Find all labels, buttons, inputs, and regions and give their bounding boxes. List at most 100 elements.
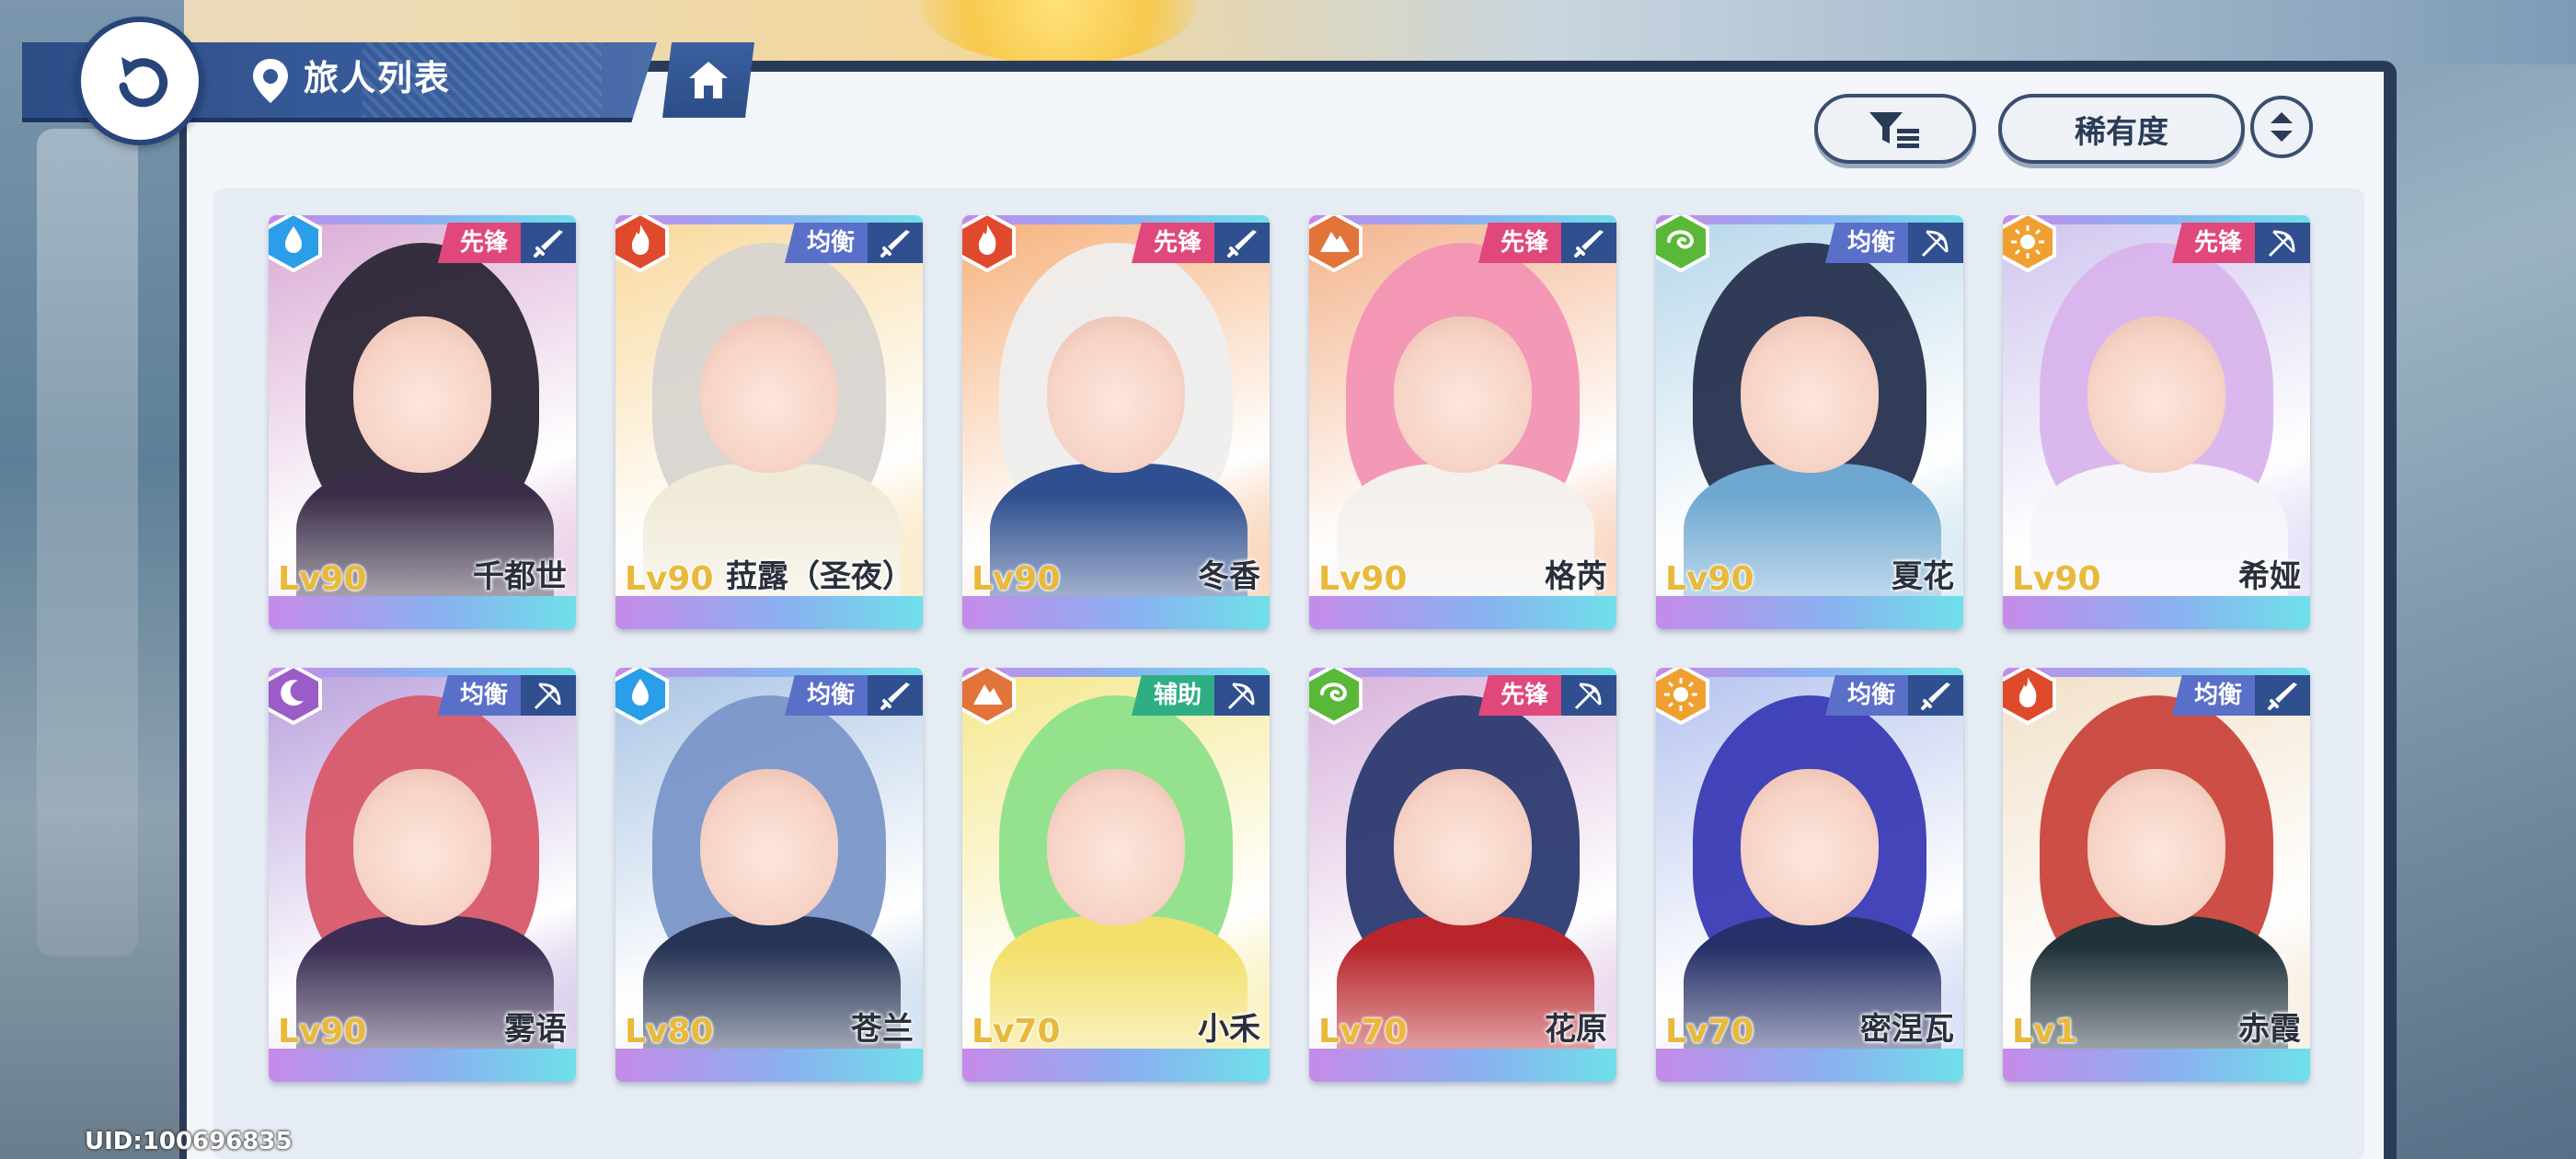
character-name: 雾语 (504, 1011, 567, 1048)
location-pin-icon (253, 59, 288, 103)
character-card[interactable]: 先锋 Lv70 花原 (1309, 668, 1616, 1082)
card-rarity-bar (2003, 596, 2310, 629)
weapon-badge (868, 675, 923, 716)
sword-icon (1921, 683, 1950, 710)
weapon-badge (521, 223, 576, 263)
background-left (0, 0, 184, 1159)
character-level: Lv90 (2012, 560, 2101, 598)
character-level: Lv80 (625, 1013, 714, 1050)
role-tag: 先锋 (437, 223, 521, 263)
character-card[interactable]: 均衡 Lv80 苍兰 (615, 668, 923, 1082)
home-button[interactable] (662, 42, 754, 118)
card-rarity-bar (1656, 1049, 1963, 1082)
weapon-badge (1908, 675, 1963, 716)
bow-icon (1574, 683, 1602, 710)
character-name: 菈露（圣夜） (726, 558, 914, 595)
back-button[interactable] (75, 17, 204, 145)
card-rarity-bar (962, 1049, 1270, 1082)
character-card[interactable]: 均衡 Lv90 菈露（圣夜） (615, 215, 923, 629)
dark-element-icon (269, 668, 322, 726)
portrait-face (2087, 769, 2225, 925)
weapon-badge (1561, 675, 1616, 716)
fire-element-icon (962, 215, 1016, 273)
character-name: 密涅瓦 (1860, 1011, 1954, 1048)
character-card[interactable]: 均衡 Lv70 密涅瓦 (1656, 668, 1963, 1082)
bow-icon (1227, 683, 1255, 710)
role-tag: 先锋 (2171, 223, 2255, 263)
portrait-face (1047, 316, 1185, 473)
card-rarity-bar (2003, 1049, 2310, 1082)
character-card[interactable]: 先锋 Lv90 格芮 (1309, 215, 1616, 629)
portrait-face (1047, 769, 1185, 925)
character-name: 夏花 (1892, 558, 1954, 595)
card-rarity-bar (962, 596, 1270, 629)
light-element-icon (1656, 668, 1709, 726)
bow-icon (1921, 230, 1949, 258)
character-name: 格芮 (1545, 558, 1607, 595)
portrait-face (1394, 316, 1532, 473)
character-name: 花原 (1545, 1011, 1607, 1048)
character-name: 小禾 (1198, 1011, 1260, 1048)
card-rarity-bar (615, 1049, 923, 1082)
character-level: Lv90 (972, 560, 1061, 598)
portrait-face (2087, 316, 2225, 473)
water-element-icon (269, 215, 322, 273)
sort-order-icon (2271, 112, 2293, 142)
portrait-face (1741, 769, 1879, 925)
character-level: Lv90 (1318, 560, 1408, 598)
weapon-badge (1908, 223, 1963, 263)
earth-element-icon (962, 668, 1016, 726)
home-icon (689, 62, 728, 98)
wind-element-icon (1309, 668, 1363, 726)
card-rarity-bar (1309, 596, 1616, 629)
sword-icon (1227, 230, 1257, 258)
portrait-face (353, 316, 491, 473)
sword-icon (534, 230, 563, 258)
fire-element-icon (615, 215, 669, 273)
sword-icon (880, 230, 910, 258)
sort-order-toggle[interactable] (2250, 96, 2313, 158)
sort-rarity-button[interactable]: 稀有度 (1998, 94, 2245, 164)
character-card[interactable]: 均衡 Lv90 雾语 (269, 668, 576, 1082)
back-arrow-icon (119, 57, 168, 108)
weapon-badge (1214, 675, 1270, 716)
light-element-icon (2003, 215, 2056, 273)
bow-icon (2268, 230, 2295, 258)
role-tag: 先锋 (1478, 675, 1561, 716)
weapon-badge (521, 675, 576, 716)
character-card[interactable]: 均衡 Lv90 夏花 (1656, 215, 1963, 629)
role-tag: 先锋 (1478, 223, 1561, 263)
filter-icon (1869, 112, 1919, 148)
character-name: 赤霞 (2238, 1011, 2301, 1048)
character-level: Lv1 (2012, 1013, 2078, 1050)
card-rarity-bar (615, 596, 923, 629)
character-card[interactable]: 均衡 Lv1 赤霞 (2003, 668, 2310, 1082)
fire-element-icon (2003, 668, 2056, 726)
portrait-face (353, 769, 491, 925)
character-card[interactable]: 先锋 Lv90 千都世 (269, 215, 576, 629)
character-level: Lv70 (1665, 1013, 1754, 1050)
character-name: 千都世 (473, 558, 567, 595)
sword-icon (1574, 230, 1604, 258)
card-rarity-bar (269, 596, 576, 629)
earth-element-icon (1309, 215, 1363, 273)
role-tag: 均衡 (1824, 675, 1908, 716)
weapon-badge (868, 223, 923, 263)
weapon-badge (1561, 223, 1616, 263)
uid-label: UID:100696835 (85, 1128, 293, 1155)
wind-element-icon (1656, 215, 1709, 273)
character-card[interactable]: 先锋 Lv90 希娅 (2003, 215, 2310, 629)
filter-button[interactable] (1814, 94, 1976, 164)
character-name: 冬香 (1198, 558, 1260, 595)
character-level: Lv90 (625, 560, 714, 598)
role-tag: 辅助 (1131, 675, 1214, 716)
role-tag: 均衡 (1824, 223, 1908, 263)
role-tag: 均衡 (784, 675, 868, 716)
character-card[interactable]: 辅助 Lv70 小禾 (962, 668, 1270, 1082)
portrait-face (700, 316, 838, 473)
character-card[interactable]: 先锋 Lv90 冬香 (962, 215, 1270, 629)
bow-icon (534, 683, 561, 710)
portrait-face (1394, 769, 1532, 925)
character-level: Lv90 (278, 560, 367, 598)
weapon-badge (2255, 675, 2310, 716)
